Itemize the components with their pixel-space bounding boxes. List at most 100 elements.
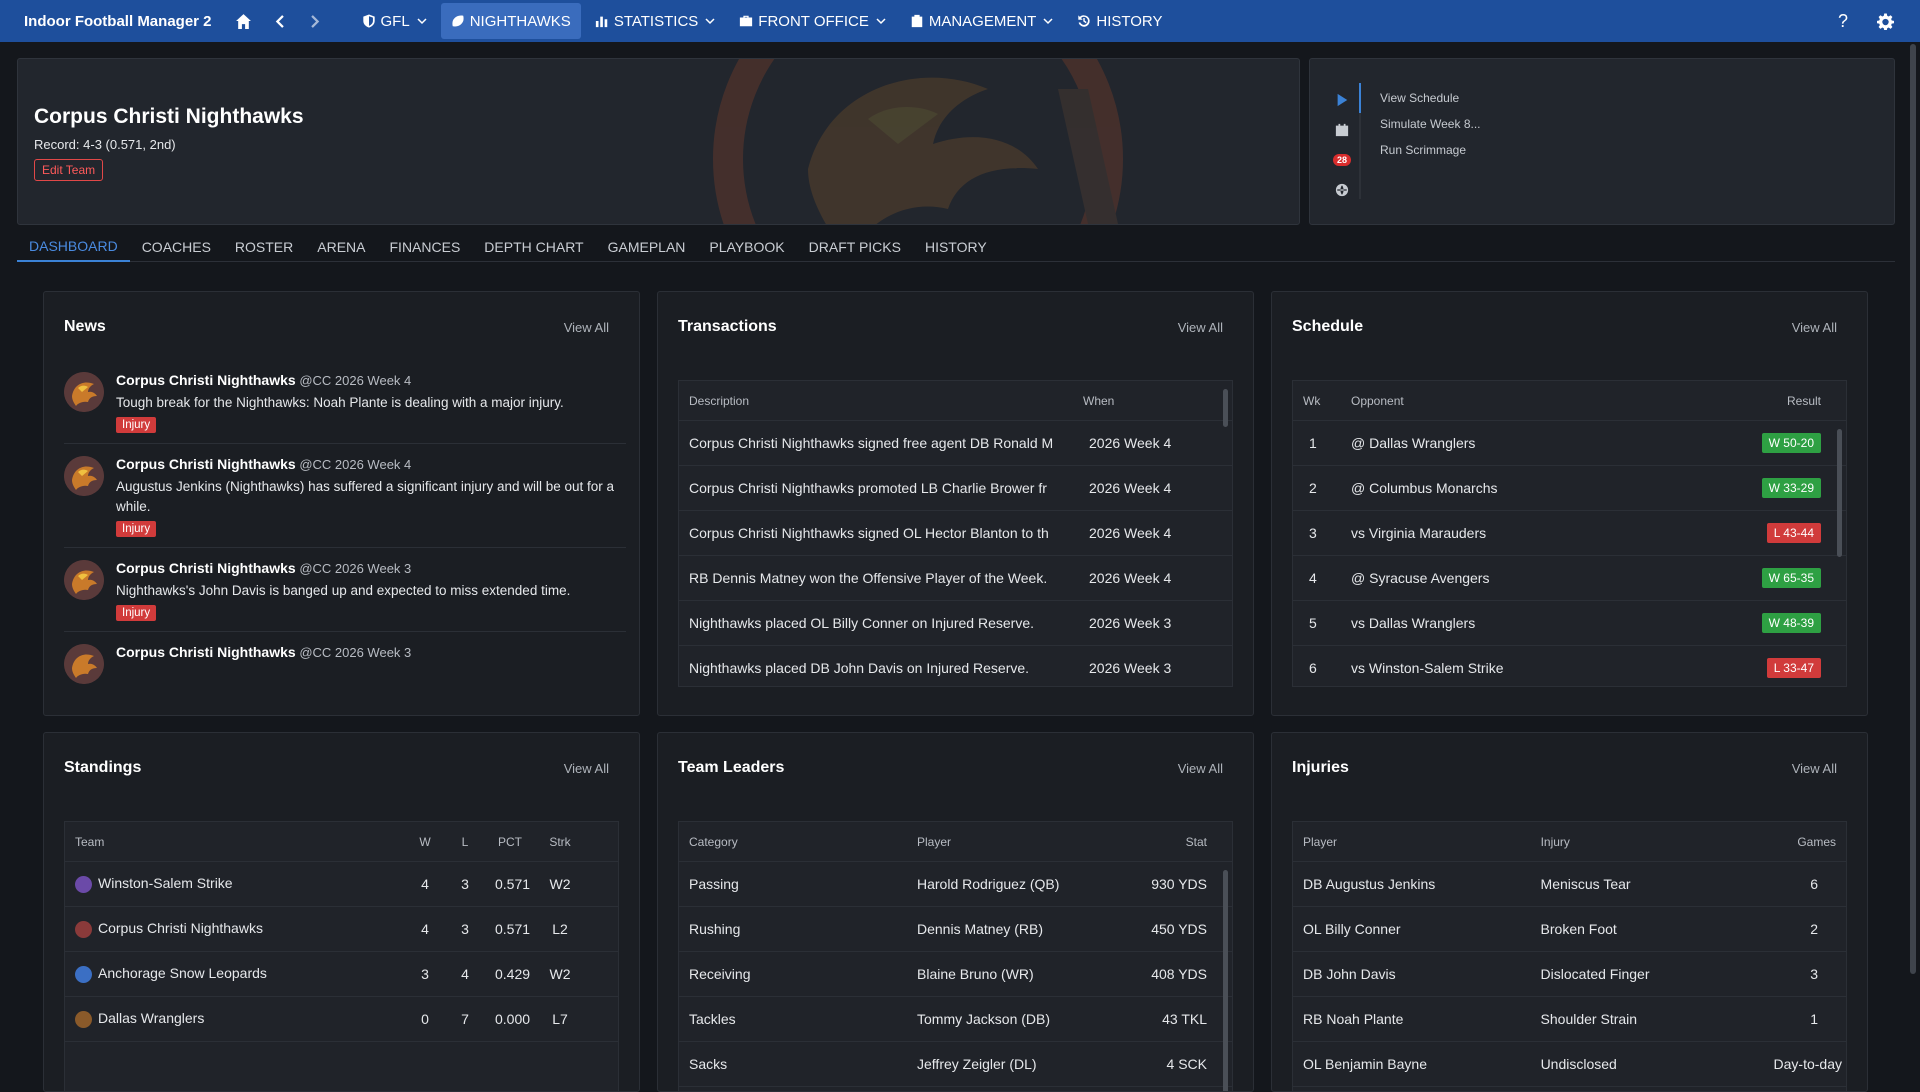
injuries-view-all-link[interactable]: View All <box>1792 761 1837 776</box>
table-row[interactable]: Sacks Jeffrey Zeigler (DL) 4 SCK <box>679 1042 1232 1087</box>
table-row[interactable]: Anchorage Snow Leopards 3 4 0.429 W2 <box>65 952 618 997</box>
table-row[interactable]: DB John Davis Dislocated Finger 3 <box>1293 952 1846 997</box>
team-logo-watermark <box>713 59 1123 224</box>
injury-tag: Injury <box>116 521 157 537</box>
help-icon[interactable]: ? <box>1822 0 1864 42</box>
table-row[interactable]: 5 vs Dallas Wranglers W 48-39 <box>1293 601 1846 646</box>
tab-draft-picks[interactable]: DRAFT PICKS <box>797 232 913 262</box>
standings-streak: W2 <box>549 966 571 982</box>
team-leaders-table: Category Player Stat Passing Harold Rodri… <box>678 821 1233 1091</box>
team-avatar <box>64 560 104 600</box>
result-badge[interactable]: W 48-39 <box>1761 613 1821 633</box>
tab-arena[interactable]: ARENA <box>305 232 377 262</box>
transaction-when: 2026 Week 4 <box>1089 570 1172 586</box>
table-row[interactable]: Rushing Dennis Matney (RB) 450 YDS <box>679 907 1232 952</box>
notifications-badge[interactable]: 28 <box>1330 145 1354 175</box>
result-badge[interactable]: W 33-29 <box>1761 478 1821 498</box>
tab-coaches[interactable]: COACHES <box>130 232 223 262</box>
menu-front-office[interactable]: FRONT OFFICE <box>729 3 896 39</box>
table-row[interactable]: Dallas Wranglers 0 7 0.000 L7 <box>65 997 618 1042</box>
history-icon <box>1078 15 1091 27</box>
table-row[interactable]: DB Augustus Jenkins Meniscus Tear 6 <box>1293 862 1846 907</box>
schedule-view-all-link[interactable]: View All <box>1792 320 1837 335</box>
standings-team[interactable]: Corpus Christi Nighthawks <box>98 920 263 936</box>
tab-playbook[interactable]: PLAYBOOK <box>697 232 796 262</box>
table-row[interactable]: RB Noah Plante Shoulder Strain 1 <box>1293 997 1846 1042</box>
standings-table: Team W L PCT Strk Winston-Salem Strike 4 3… <box>64 821 619 1091</box>
play-icon[interactable] <box>1330 85 1354 115</box>
news-view-all-link[interactable]: View All <box>564 320 609 335</box>
standings-team[interactable]: Dallas Wranglers <box>98 1010 204 1026</box>
calendar-icon[interactable] <box>1330 115 1354 145</box>
table-row[interactable]: 6 vs Winston-Salem Strike L 33-47 <box>1293 646 1846 686</box>
table-row[interactable]: Passing Harold Rodriguez (QB) 930 YDS <box>679 862 1232 907</box>
standings-team[interactable]: Anchorage Snow Leopards <box>98 965 267 981</box>
simulate-week-link[interactable]: Simulate Week 8... <box>1380 111 1481 137</box>
table-row[interactable]: Corpus Christi Nighthawks promoted LB Ch… <box>679 466 1232 511</box>
table-row[interactable]: 2 @ Columbus Monarchs W 33-29 <box>1293 466 1846 511</box>
home-icon[interactable] <box>226 0 262 42</box>
news-item[interactable]: Corpus Christi Nighthawks @CC 2026 Week … <box>64 360 626 444</box>
transactions-scrollbar[interactable] <box>1223 389 1228 427</box>
run-scrimmage-link[interactable]: Run Scrimmage <box>1380 137 1481 163</box>
table-row[interactable]: Receiving Blaine Bruno (WR) 408 YDS <box>679 952 1232 997</box>
tab-history[interactable]: HISTORY <box>913 232 999 262</box>
games-out: 1 <box>1810 1011 1819 1027</box>
table-row[interactable]: OL Billy Conner Broken Foot 2 <box>1293 907 1846 952</box>
table-row[interactable]: Corpus Christi Nighthawks 4 3 0.571 L2 <box>65 907 618 952</box>
result-badge[interactable]: L 33-47 <box>1766 658 1821 678</box>
view-schedule-link[interactable]: View Schedule <box>1380 85 1481 111</box>
standings-view-all-link[interactable]: View All <box>564 761 609 776</box>
schedule-opponent: @ Columbus Monarchs <box>1351 480 1498 496</box>
leader-stat: 450 YDS <box>1151 921 1207 937</box>
news-item[interactable]: Corpus Christi Nighthawks @CC 2026 Week … <box>64 444 626 548</box>
table-row[interactable]: 1 @ Dallas Wranglers W 50-20 <box>1293 421 1846 466</box>
gear-icon[interactable] <box>1864 0 1906 42</box>
actions-list: View Schedule Simulate Week 8... Run Scr… <box>1380 85 1481 163</box>
table-row[interactable]: RB Dennis Matney won the Offensive Playe… <box>679 556 1232 601</box>
table-header: Team W L PCT Strk <box>65 822 618 862</box>
result-badge[interactable]: W 65-35 <box>1761 568 1821 588</box>
tab-dashboard[interactable]: DASHBOARD <box>17 232 130 262</box>
tab-finances[interactable]: FINANCES <box>378 232 473 262</box>
menu-history[interactable]: HISTORY <box>1067 3 1172 39</box>
table-row[interactable]: Tackles Tommy Jackson (DB) 43 TKL <box>679 997 1232 1042</box>
transactions-view-all-link[interactable]: View All <box>1178 320 1223 335</box>
col-w: W <box>419 834 431 849</box>
col-games: Games <box>1797 834 1837 849</box>
globe-icon[interactable] <box>1330 175 1354 205</box>
tab-depth-chart[interactable]: DEPTH CHART <box>472 232 595 262</box>
table-row[interactable]: Winston-Salem Strike 4 3 0.571 W2 <box>65 862 618 907</box>
page-scrollbar[interactable] <box>1910 44 1916 974</box>
team-leaders-view-all-link[interactable]: View All <box>1178 761 1223 776</box>
table-row[interactable]: OL Benjamin Bayne Undisclosed Day-to-day <box>1293 1042 1846 1087</box>
table-row[interactable]: Corpus Christi Nighthawks signed free ag… <box>679 421 1232 466</box>
standings-team[interactable]: Winston-Salem Strike <box>98 875 233 891</box>
chevron-down-icon <box>417 18 427 25</box>
table-header: Description When <box>679 381 1232 421</box>
news-item[interactable]: Corpus Christi Nighthawks @CC 2026 Week … <box>64 548 626 632</box>
table-row[interactable]: 4 @ Syracuse Avengers W 65-35 <box>1293 556 1846 601</box>
table-row[interactable]: Corpus Christi Nighthawks signed OL Hect… <box>679 511 1232 556</box>
schedule-scrollbar[interactable] <box>1837 429 1842 557</box>
tab-roster[interactable]: ROSTER <box>223 232 305 262</box>
back-arrow-icon[interactable] <box>262 0 298 42</box>
chevron-down-icon <box>705 18 715 25</box>
news-item[interactable]: Corpus Christi Nighthawks @CC 2026 Week … <box>64 632 626 684</box>
menu-statistics[interactable]: STATISTICS <box>585 3 725 39</box>
menu-management[interactable]: MANAGEMENT <box>900 3 1064 39</box>
leader-stat: 930 YDS <box>1151 876 1207 892</box>
forward-arrow-icon[interactable] <box>298 0 334 42</box>
edit-team-button[interactable]: Edit Team <box>34 159 104 181</box>
result-badge[interactable]: L 43-44 <box>1766 523 1821 543</box>
menu-gfl[interactable]: GFL <box>352 3 437 39</box>
table-row[interactable]: Nighthawks placed OL Billy Conner on Inj… <box>679 601 1232 646</box>
news-author: Corpus Christi Nighthawks <box>116 456 296 472</box>
menu-nighthawks[interactable]: NIGHTHAWKS <box>440 3 581 39</box>
result-badge[interactable]: W 50-20 <box>1761 433 1821 453</box>
transaction-when: 2026 Week 4 <box>1089 435 1172 451</box>
tab-gameplan[interactable]: GAMEPLAN <box>596 232 698 262</box>
table-row[interactable]: 3 vs Virginia Marauders L 43-44 <box>1293 511 1846 556</box>
team-leaders-scrollbar[interactable] <box>1223 870 1228 1091</box>
table-row[interactable]: Nighthawks placed DB John Davis on Injur… <box>679 646 1232 686</box>
